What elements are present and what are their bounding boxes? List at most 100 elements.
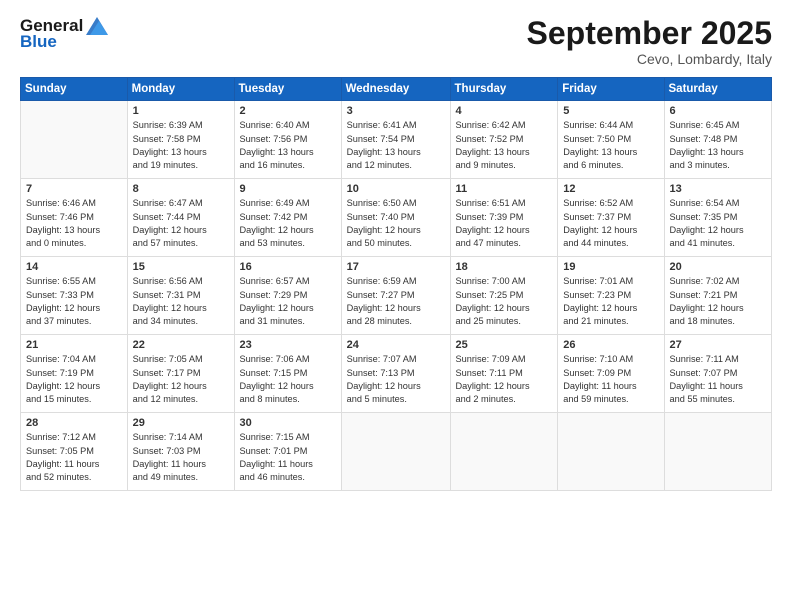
- day-number: 25: [456, 339, 553, 351]
- day-info: Sunrise: 7:14 AM Sunset: 7:03 PM Dayligh…: [133, 431, 229, 484]
- day-number: 22: [133, 339, 229, 351]
- day-info: Sunrise: 6:50 AM Sunset: 7:40 PM Dayligh…: [347, 197, 445, 250]
- weekday-header-wednesday: Wednesday: [341, 78, 450, 101]
- day-info: Sunrise: 6:42 AM Sunset: 7:52 PM Dayligh…: [456, 119, 553, 172]
- page: General Blue September 2025 Cevo, Lombar…: [0, 0, 792, 612]
- day-info: Sunrise: 6:41 AM Sunset: 7:54 PM Dayligh…: [347, 119, 445, 172]
- day-number: 8: [133, 183, 229, 195]
- day-info: Sunrise: 6:57 AM Sunset: 7:29 PM Dayligh…: [240, 275, 336, 328]
- day-info: Sunrise: 6:40 AM Sunset: 7:56 PM Dayligh…: [240, 119, 336, 172]
- day-cell: 6 Sunrise: 6:45 AM Sunset: 7:48 PM Daylig…: [664, 101, 772, 179]
- day-number: 13: [670, 183, 767, 195]
- day-number: 10: [347, 183, 445, 195]
- month-title: September 2025: [527, 16, 772, 51]
- week-row-1: 1 Sunrise: 6:39 AM Sunset: 7:58 PM Daylig…: [21, 101, 772, 179]
- weekday-header-row: SundayMondayTuesdayWednesdayThursdayFrid…: [21, 78, 772, 101]
- day-cell: [21, 101, 128, 179]
- day-cell: 10 Sunrise: 6:50 AM Sunset: 7:40 PM Dayli…: [341, 179, 450, 257]
- weekday-header-friday: Friday: [558, 78, 664, 101]
- day-cell: 16Sunrise: 6:57 AM Sunset: 7:29 PM Dayli…: [234, 257, 341, 335]
- day-cell: 4 Sunrise: 6:42 AM Sunset: 7:52 PM Daylig…: [450, 101, 558, 179]
- day-info: Sunrise: 6:51 AM Sunset: 7:39 PM Dayligh…: [456, 197, 553, 250]
- day-info: Sunrise: 7:06 AM Sunset: 7:15 PM Dayligh…: [240, 353, 336, 406]
- week-row-3: 14 Sunrise: 6:55 AM Sunset: 7:33 PM Dayli…: [21, 257, 772, 335]
- day-cell: 7 Sunrise: 6:46 AM Sunset: 7:46 PM Daylig…: [21, 179, 128, 257]
- day-cell: 5 Sunrise: 6:44 AM Sunset: 7:50 PM Daylig…: [558, 101, 664, 179]
- day-cell: 17Sunrise: 6:59 AM Sunset: 7:27 PM Dayli…: [341, 257, 450, 335]
- day-number: 5: [563, 105, 658, 117]
- day-number: 29: [133, 417, 229, 429]
- day-info: Sunrise: 6:59 AM Sunset: 7:27 PM Dayligh…: [347, 275, 445, 328]
- day-info: Sunrise: 6:39 AM Sunset: 7:58 PM Dayligh…: [133, 119, 229, 172]
- week-row-5: 28 Sunrise: 7:12 AM Sunset: 7:05 PM Dayli…: [21, 413, 772, 491]
- day-cell: 12Sunrise: 6:52 AM Sunset: 7:37 PM Dayli…: [558, 179, 664, 257]
- day-info: Sunrise: 6:44 AM Sunset: 7:50 PM Dayligh…: [563, 119, 658, 172]
- day-info: Sunrise: 7:15 AM Sunset: 7:01 PM Dayligh…: [240, 431, 336, 484]
- day-cell: 11Sunrise: 6:51 AM Sunset: 7:39 PM Dayli…: [450, 179, 558, 257]
- day-cell: 30 Sunrise: 7:15 AM Sunset: 7:01 PM Dayli…: [234, 413, 341, 491]
- weekday-header-thursday: Thursday: [450, 78, 558, 101]
- day-number: 23: [240, 339, 336, 351]
- day-number: 28: [26, 417, 122, 429]
- header: General Blue September 2025 Cevo, Lombar…: [20, 16, 772, 67]
- day-cell: 15 Sunrise: 6:56 AM Sunset: 7:31 PM Dayli…: [127, 257, 234, 335]
- day-info: Sunrise: 7:02 AM Sunset: 7:21 PM Dayligh…: [670, 275, 767, 328]
- day-info: Sunrise: 6:47 AM Sunset: 7:44 PM Dayligh…: [133, 197, 229, 250]
- day-cell: 3Sunrise: 6:41 AM Sunset: 7:54 PM Daylig…: [341, 101, 450, 179]
- day-cell: 23 Sunrise: 7:06 AM Sunset: 7:15 PM Dayli…: [234, 335, 341, 413]
- day-cell: [341, 413, 450, 491]
- week-row-4: 21 Sunrise: 7:04 AM Sunset: 7:19 PM Dayli…: [21, 335, 772, 413]
- day-info: Sunrise: 7:11 AM Sunset: 7:07 PM Dayligh…: [670, 353, 767, 406]
- day-info: Sunrise: 7:07 AM Sunset: 7:13 PM Dayligh…: [347, 353, 445, 406]
- day-number: 2: [240, 105, 336, 117]
- day-number: 9: [240, 183, 336, 195]
- day-number: 21: [26, 339, 122, 351]
- day-number: 20: [670, 261, 767, 273]
- day-cell: 20 Sunrise: 7:02 AM Sunset: 7:21 PM Dayli…: [664, 257, 772, 335]
- day-cell: 24Sunrise: 7:07 AM Sunset: 7:13 PM Dayli…: [341, 335, 450, 413]
- day-cell: [558, 413, 664, 491]
- day-number: 12: [563, 183, 658, 195]
- location: Cevo, Lombardy, Italy: [527, 51, 772, 67]
- day-info: Sunrise: 6:55 AM Sunset: 7:33 PM Dayligh…: [26, 275, 122, 328]
- day-info: Sunrise: 7:01 AM Sunset: 7:23 PM Dayligh…: [563, 275, 658, 328]
- day-number: 15: [133, 261, 229, 273]
- day-info: Sunrise: 6:46 AM Sunset: 7:46 PM Dayligh…: [26, 197, 122, 250]
- day-cell: 22 Sunrise: 7:05 AM Sunset: 7:17 PM Dayli…: [127, 335, 234, 413]
- weekday-header-tuesday: Tuesday: [234, 78, 341, 101]
- day-info: Sunrise: 6:45 AM Sunset: 7:48 PM Dayligh…: [670, 119, 767, 172]
- logo-blue: Blue: [20, 32, 57, 52]
- day-number: 1: [133, 105, 229, 117]
- day-number: 18: [456, 261, 553, 273]
- day-number: 26: [563, 339, 658, 351]
- day-number: 7: [26, 183, 122, 195]
- day-cell: 8 Sunrise: 6:47 AM Sunset: 7:44 PM Daylig…: [127, 179, 234, 257]
- day-info: Sunrise: 7:09 AM Sunset: 7:11 PM Dayligh…: [456, 353, 553, 406]
- day-number: 4: [456, 105, 553, 117]
- day-info: Sunrise: 6:54 AM Sunset: 7:35 PM Dayligh…: [670, 197, 767, 250]
- day-cell: 18 Sunrise: 7:00 AM Sunset: 7:25 PM Dayli…: [450, 257, 558, 335]
- title-block: September 2025 Cevo, Lombardy, Italy: [527, 16, 772, 67]
- day-number: 30: [240, 417, 336, 429]
- day-cell: 1 Sunrise: 6:39 AM Sunset: 7:58 PM Daylig…: [127, 101, 234, 179]
- day-cell: 21 Sunrise: 7:04 AM Sunset: 7:19 PM Dayli…: [21, 335, 128, 413]
- day-info: Sunrise: 6:56 AM Sunset: 7:31 PM Dayligh…: [133, 275, 229, 328]
- day-number: 6: [670, 105, 767, 117]
- day-info: Sunrise: 7:05 AM Sunset: 7:17 PM Dayligh…: [133, 353, 229, 406]
- day-number: 27: [670, 339, 767, 351]
- day-info: Sunrise: 7:12 AM Sunset: 7:05 PM Dayligh…: [26, 431, 122, 484]
- calendar-table: SundayMondayTuesdayWednesdayThursdayFrid…: [20, 77, 772, 491]
- day-cell: 14 Sunrise: 6:55 AM Sunset: 7:33 PM Dayli…: [21, 257, 128, 335]
- day-cell: 19Sunrise: 7:01 AM Sunset: 7:23 PM Dayli…: [558, 257, 664, 335]
- day-info: Sunrise: 7:10 AM Sunset: 7:09 PM Dayligh…: [563, 353, 658, 406]
- day-cell: 25 Sunrise: 7:09 AM Sunset: 7:11 PM Dayli…: [450, 335, 558, 413]
- day-number: 14: [26, 261, 122, 273]
- day-cell: 2 Sunrise: 6:40 AM Sunset: 7:56 PM Daylig…: [234, 101, 341, 179]
- day-cell: 28 Sunrise: 7:12 AM Sunset: 7:05 PM Dayli…: [21, 413, 128, 491]
- logo-icon: [86, 17, 108, 35]
- day-info: Sunrise: 7:04 AM Sunset: 7:19 PM Dayligh…: [26, 353, 122, 406]
- day-info: Sunrise: 7:00 AM Sunset: 7:25 PM Dayligh…: [456, 275, 553, 328]
- weekday-header-sunday: Sunday: [21, 78, 128, 101]
- weekday-header-monday: Monday: [127, 78, 234, 101]
- day-cell: 13 Sunrise: 6:54 AM Sunset: 7:35 PM Dayli…: [664, 179, 772, 257]
